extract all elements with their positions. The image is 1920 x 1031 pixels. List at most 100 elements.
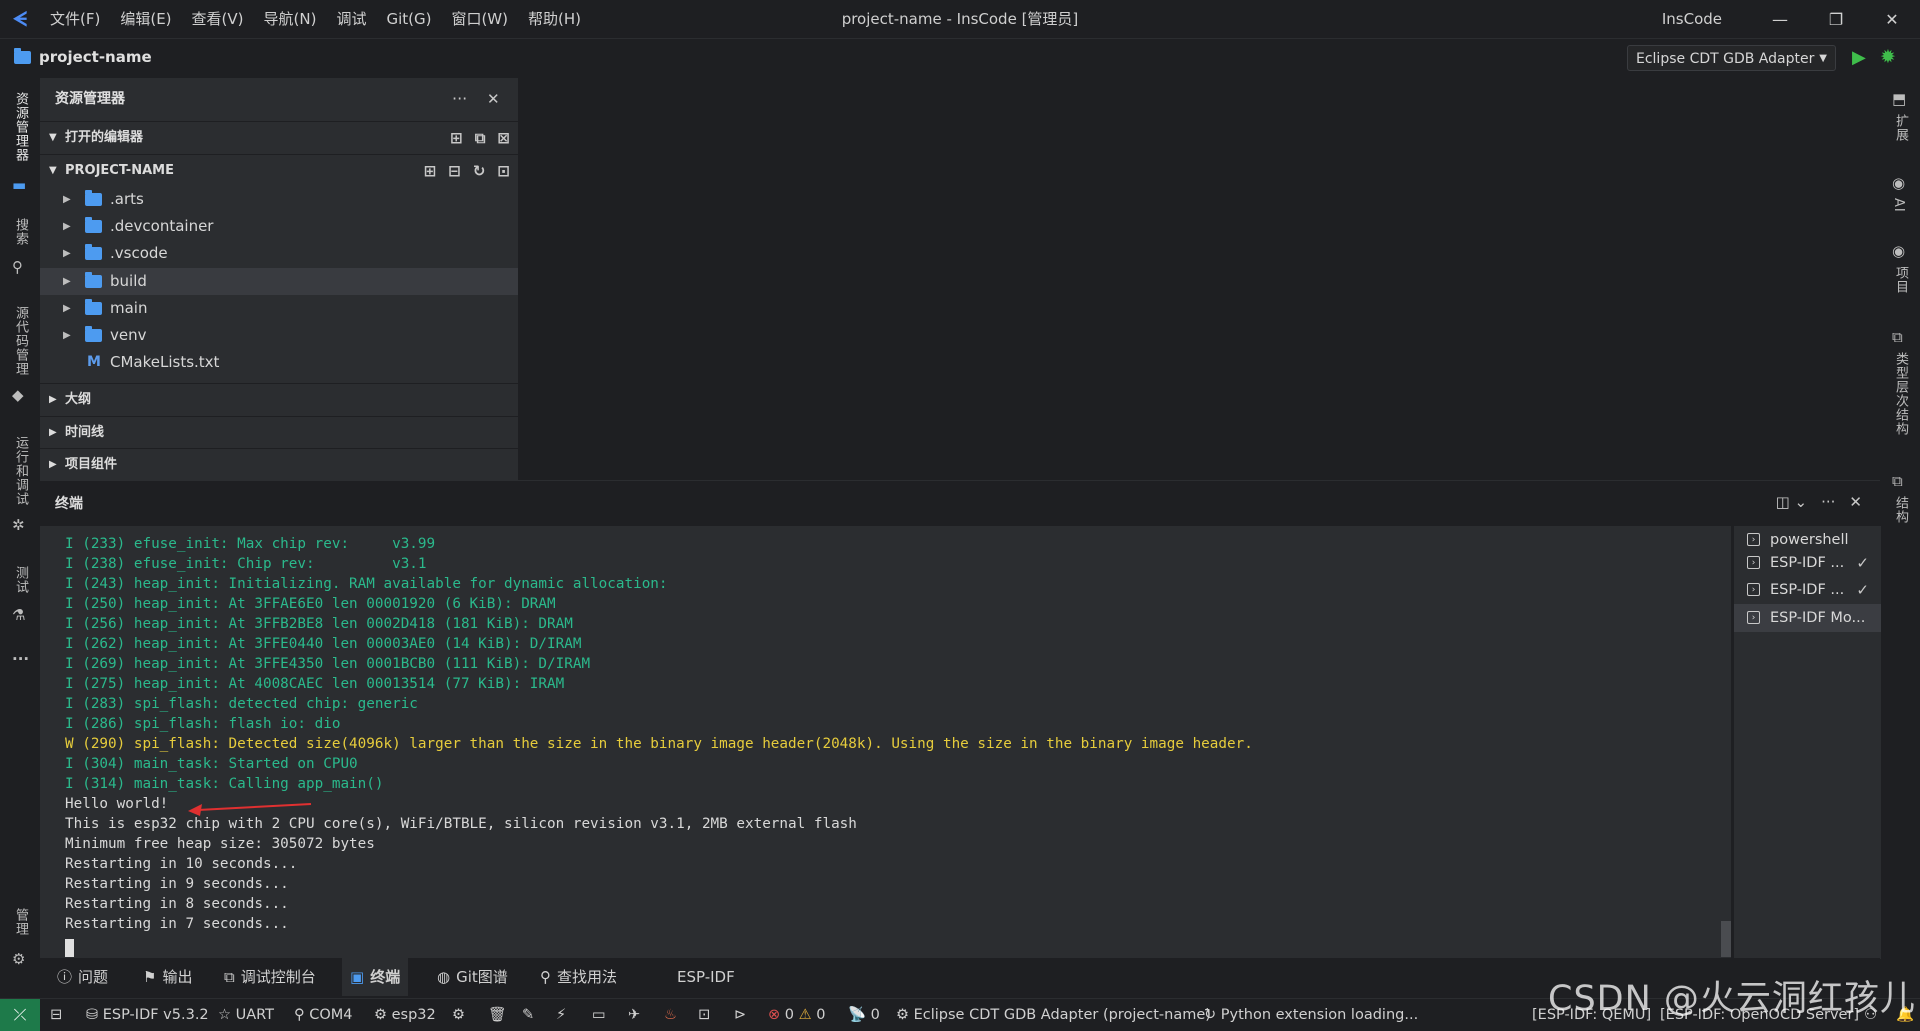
close-all-icon[interactable]: ⊠ [497,122,510,154]
tree-item[interactable]: ▶ .vscode [40,240,518,267]
collapse-all-icon[interactable]: ⊡ [497,155,510,187]
python-status[interactable]: ↻ Python extension loading... [1204,999,1418,1031]
section-components[interactable]: ▶ 项目组件 [40,448,518,481]
error-count: 0 [784,1007,794,1023]
explorer-folder-icon[interactable]: ▬ [12,176,26,194]
activity-ai[interactable]: AI [1891,198,1906,213]
split-terminal-icon[interactable]: ◫ ⌄ [1776,493,1808,511]
menu-debug[interactable]: 调试 [326,0,376,38]
cmake-file-icon: M [87,354,101,370]
tree-item[interactable]: ▶ .devcontainer [40,213,518,240]
structure-icon[interactable]: ⧉ [1892,472,1903,490]
more-icon[interactable]: ··· [12,650,29,668]
type-hierarchy-icon[interactable]: ⧉ [1892,328,1903,346]
project-icon[interactable]: ◉ [1892,242,1905,260]
debug-adapter-status[interactable]: ⚙ Eclipse CDT GDB Adapter (project-name) [896,999,1211,1031]
tree-item[interactable]: ▶ venv [40,322,518,349]
tab-problems[interactable]: ⓘ 问题 [57,958,108,996]
activity-search[interactable]: 搜索 [11,218,30,246]
flask-icon[interactable]: ⚗ [12,606,25,624]
menu-view[interactable]: 查看(V) [182,0,254,38]
activity-manage[interactable]: 管理 [11,908,30,936]
menu-file[interactable]: 文件(F) [40,0,110,38]
chevron-right-icon: ▶ [63,221,71,232]
esp-idf-version[interactable]: ⛁ ESP-IDF v5.3.2 [86,999,209,1031]
new-folder-icon[interactable]: ⊟ [448,155,461,187]
tree-item[interactable]: ▶ main [40,295,518,322]
terminal-line: Minimum free heap size: 305072 bytes [65,836,375,852]
gear-icon[interactable]: ⚙ [12,950,25,968]
activity-extensions[interactable]: 扩展 [1891,114,1910,142]
minimize-button[interactable]: — [1752,10,1808,29]
menu-window[interactable]: 窗口(W) [441,0,518,38]
activity-run-debug[interactable]: 运行和调试 [11,436,30,506]
flash-icon[interactable]: ⚡ [556,999,566,1031]
extensions-icon[interactable]: ⬒ [1892,90,1906,108]
run-icon[interactable]: ▶ [1852,47,1866,68]
search-icon[interactable]: ⚲ [12,258,23,276]
activity-testing[interactable]: 测试 [11,566,30,594]
settings-icon[interactable]: ⚙ [452,999,465,1031]
terminal-icon[interactable]: ⊡ [698,999,710,1031]
more-actions-icon[interactable]: ··· [452,78,467,120]
maximize-button[interactable]: ❐ [1808,10,1864,29]
editor-area[interactable] [519,78,1880,480]
build-flash-monitor-icon[interactable]: ✈ [628,999,640,1031]
ports-status[interactable]: 📡 0 [848,999,880,1031]
debug-bug-icon[interactable]: ✹ [1880,46,1896,68]
activity-project[interactable]: 项目 [1891,266,1910,294]
source-control-icon[interactable]: ◆ [12,386,24,404]
section-outline[interactable]: ▶ 大纲 [40,383,518,416]
section-open-editors[interactable]: ▼ 打开的编辑器 ⊞ ⧉ ⊠ [40,121,518,154]
terminal-session[interactable]: › ESP-IDF Mo... [1734,604,1881,632]
tree-item[interactable]: ▶ build [40,268,518,295]
remote-icon[interactable]: ⤫ [0,999,40,1031]
tab-debug-console[interactable]: ⧉ 调试控制台 [224,958,316,996]
refresh-icon[interactable]: ↻ [473,155,486,187]
target-select[interactable]: ⚙ esp32 [374,999,436,1031]
terminal-session[interactable]: › ESP-IDF ... ✓ [1734,576,1881,604]
menu-navigate[interactable]: 导航(N) [254,0,327,38]
activity-structure[interactable]: 结构 [1891,496,1910,524]
tab-git-graph[interactable]: ◍ Git图谱 [437,958,508,996]
tab-find-usages[interactable]: ⚲ 查找用法 [540,958,617,996]
flame-icon[interactable]: ♨ [664,999,677,1031]
problems-status[interactable]: ⊗ 0 ⚠ 0 [768,999,825,1031]
tab-esp-idf[interactable]: ESP-IDF [677,958,735,996]
run-debug-icon[interactable]: ✲ [12,516,25,534]
trash-icon[interactable]: 🗑 [488,999,506,1031]
tree-item[interactable]: ▶ .arts [40,186,518,213]
edit-icon[interactable]: ✎ [522,999,534,1031]
activity-source-control[interactable]: 源代码管理 [11,306,30,376]
menu-git[interactable]: Git(G) [376,0,441,38]
explorer-status-icon[interactable]: ⊟ [50,999,62,1031]
menu-help[interactable]: 帮助(H) [518,0,591,38]
terminal-scrollbar[interactable] [1721,921,1731,957]
menu-edit[interactable]: 编辑(E) [110,0,181,38]
new-file-icon[interactable]: ⊞ [450,122,463,154]
close-icon[interactable]: ✕ [1849,493,1862,511]
monitor-icon[interactable]: ▭ [592,999,606,1031]
port-select[interactable]: ⚲ COM4 [294,999,353,1031]
app-logo-icon[interactable]: ᗕ [0,0,40,38]
activity-type-hierarchy[interactable]: 类型层次结构 [1891,352,1910,436]
save-all-icon[interactable]: ⧉ [475,122,486,154]
export-icon[interactable]: ⊳ [734,999,746,1031]
activity-explorer[interactable]: 资源管理器 [11,92,30,162]
close-icon[interactable]: ✕ [487,78,500,120]
section-project[interactable]: ▼ PROJECT-NAME ⊞ ⊟ ↻ ⊡ [40,154,518,187]
more-actions-icon[interactable]: ··· [1821,493,1835,511]
terminal-output[interactable]: I (233) efuse_init: Max chip rev: v3.99 I… [40,526,1731,959]
section-timeline[interactable]: ▶ 时间线 [40,416,518,449]
debug-config-select[interactable]: Eclipse CDT GDB Adapter ▼ [1627,45,1836,71]
terminal-session[interactable]: › ESP-IDF ... ✓ [1734,549,1881,577]
tree-item[interactable]: M CMakeLists.txt [40,349,518,376]
project-switcher[interactable]: project-name [14,47,152,66]
debug-console-icon: ⧉ [224,968,235,986]
close-window-button[interactable]: ✕ [1864,10,1920,29]
ai-icon[interactable]: ◉ [1892,174,1905,192]
tab-output[interactable]: ⚑ 输出 [143,958,192,996]
tab-terminal[interactable]: ▣ 终端 [342,958,409,996]
new-file-icon[interactable]: ⊞ [424,155,437,187]
uart-select[interactable]: ☆ UART [218,999,274,1031]
